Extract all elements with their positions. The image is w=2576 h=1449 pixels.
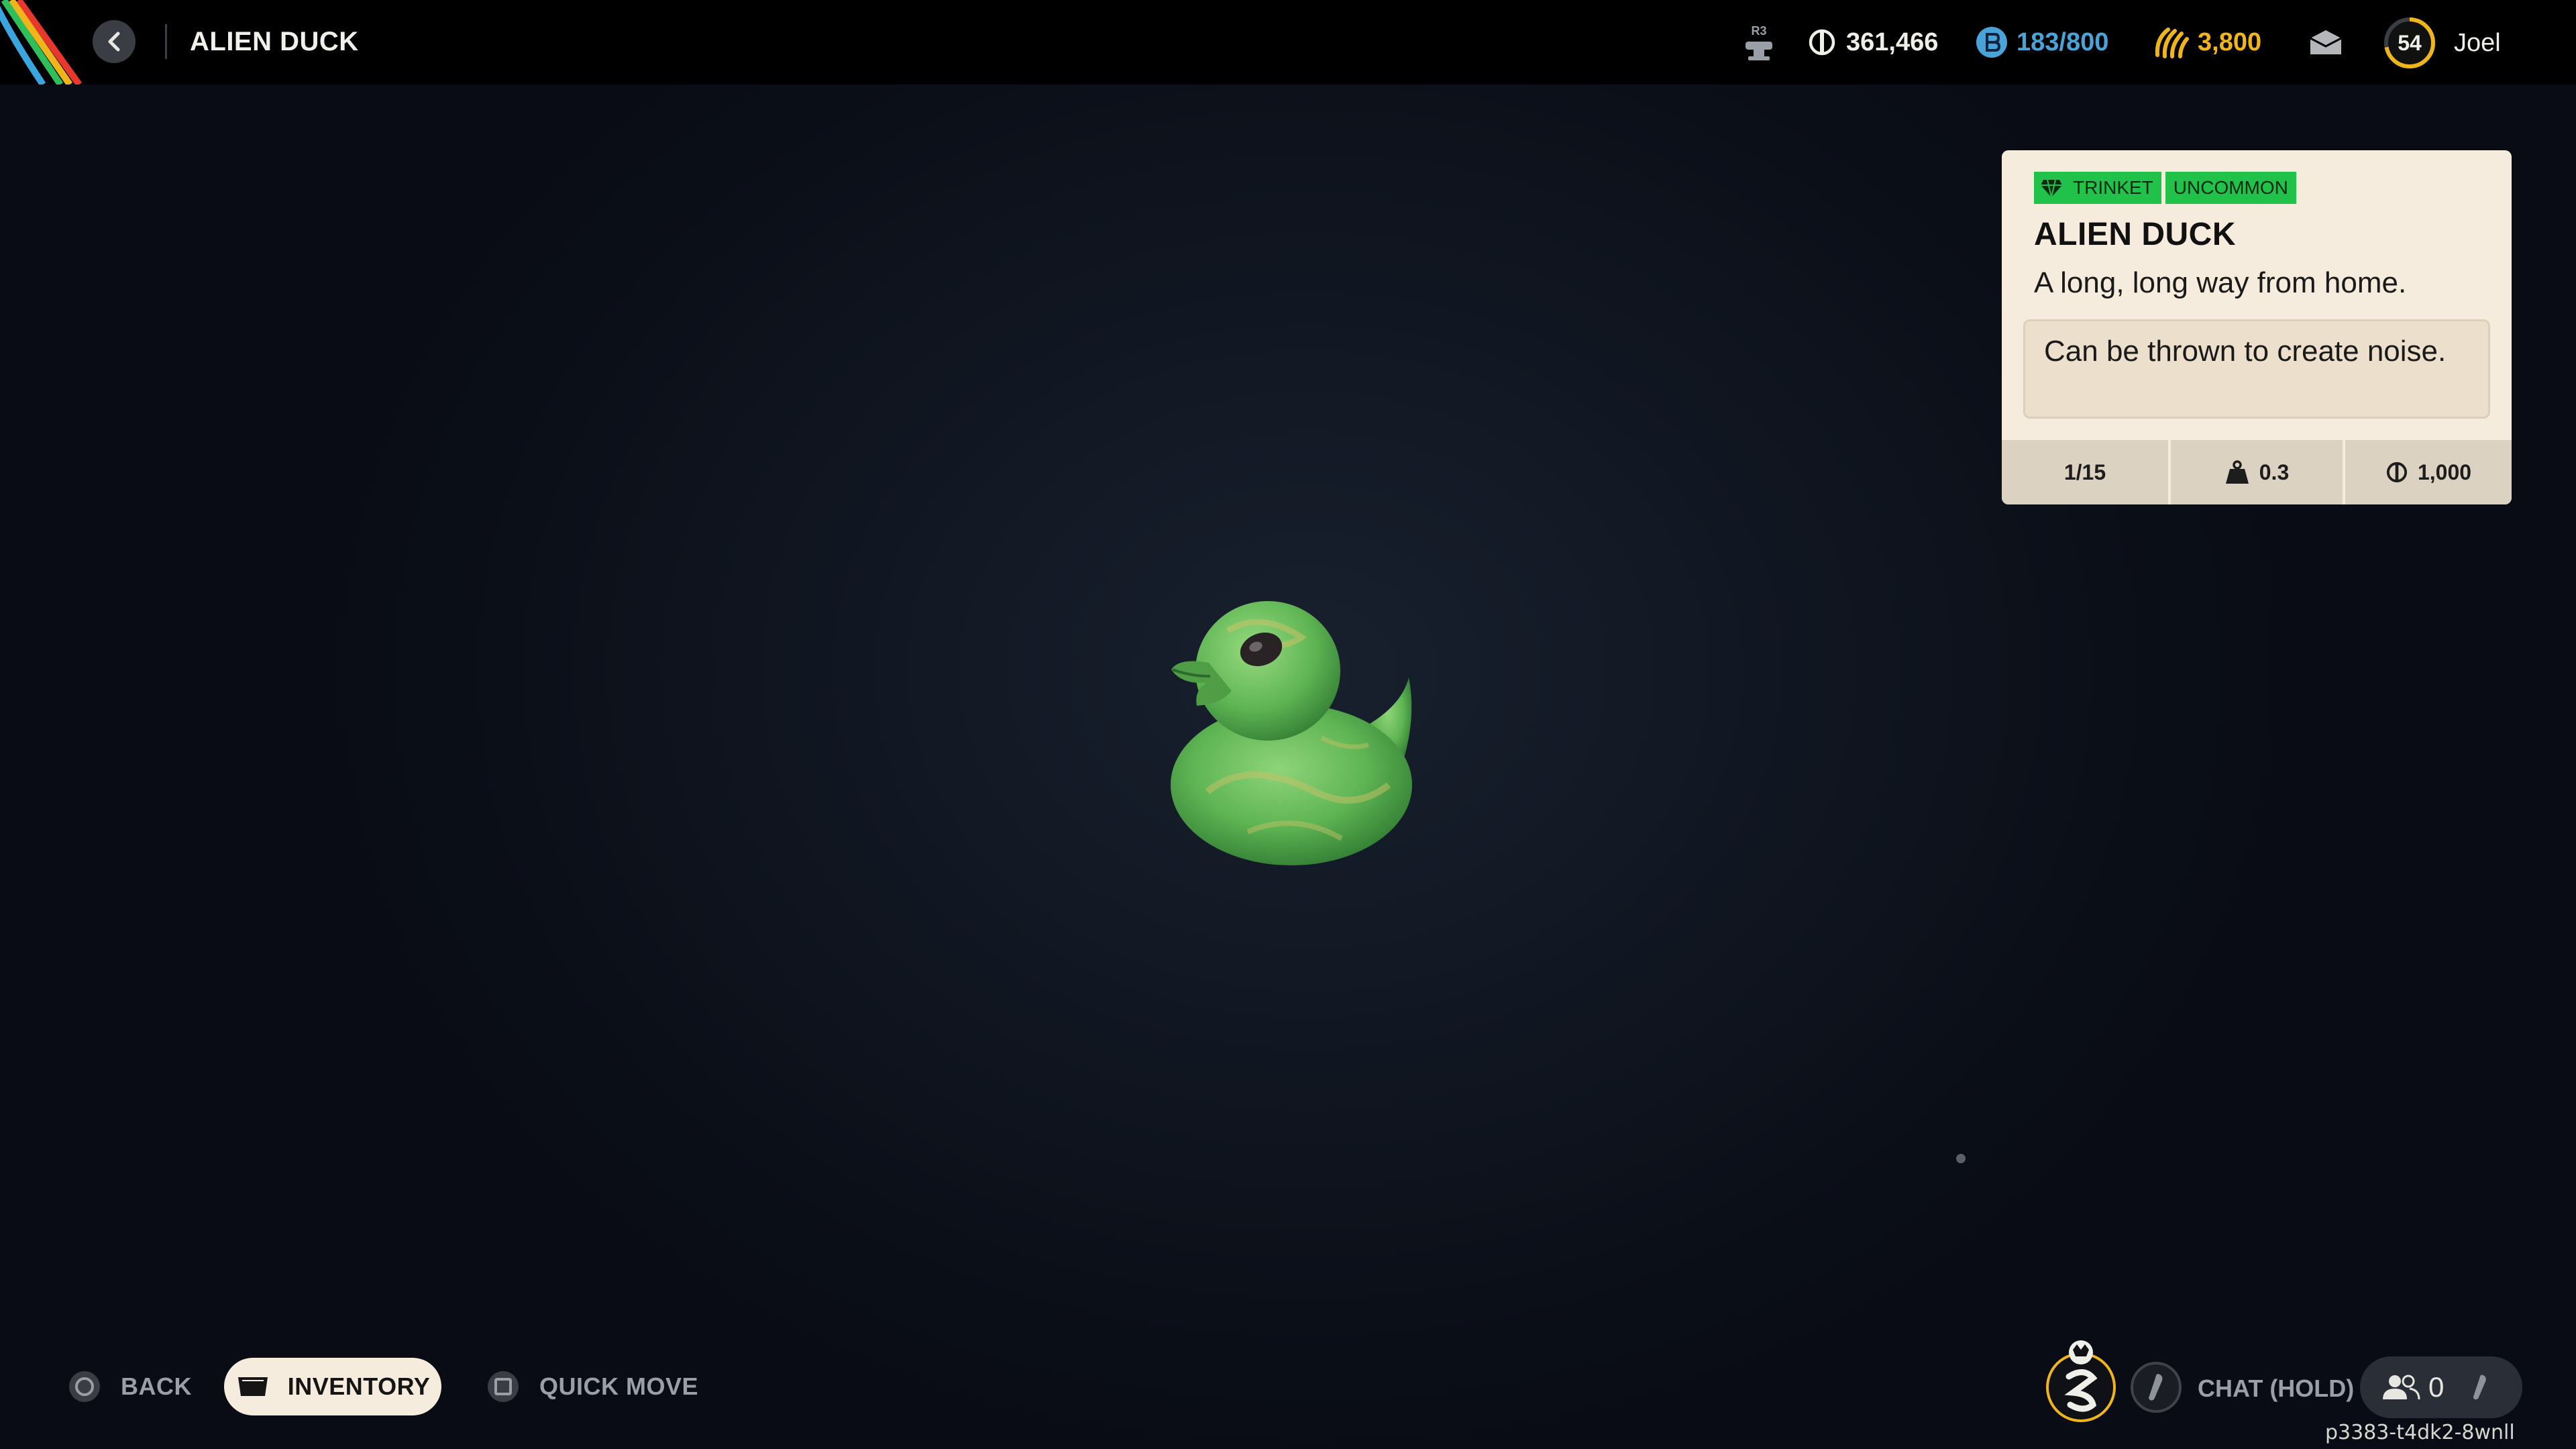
coin-icon — [2386, 462, 2408, 483]
item-weight-value: 0.3 — [2259, 460, 2290, 484]
coins-counter: 361,466 — [1807, 21, 1938, 63]
page-title: ALIEN DUCK — [190, 27, 359, 56]
rainbow-stripes-logo — [0, 0, 83, 85]
item-flavor-text: A long, long way from home. — [2034, 266, 2407, 299]
item-rarity-tag: UNCOMMON — [2165, 172, 2296, 204]
stick-icon — [2473, 1375, 2487, 1400]
tokens-value: 183/800 — [2017, 28, 2109, 56]
alien-duck-model[interactable] — [1167, 590, 1436, 872]
stack-count-value: 1/15 — [2063, 460, 2106, 484]
faction-emblem-icon[interactable] — [2043, 1338, 2118, 1425]
tokens-counter: 183/800 — [1975, 21, 2108, 63]
game-screen: ALIEN DUCK R3 361,466 183/800 3,800 54 J… — [0, 0, 2576, 1449]
gold-value: 3,800 — [2198, 28, 2262, 56]
party-count: 0 — [2428, 1371, 2445, 1403]
back-arrow-button[interactable] — [93, 20, 136, 63]
r3-stick-prompt[interactable]: R3 — [1737, 21, 1784, 63]
party-button[interactable]: 0 — [2360, 1356, 2522, 1418]
item-rarity-label: UNCOMMON — [2173, 177, 2288, 198]
gold-counter: 3,800 — [2153, 21, 2261, 63]
quick-move-label: QUICK MOVE — [539, 1373, 699, 1400]
player-name[interactable]: Joel — [2454, 27, 2501, 59]
weight-icon — [2225, 460, 2249, 484]
top-bar: ALIEN DUCK R3 361,466 183/800 3,800 54 J… — [0, 0, 2576, 85]
coins-value: 361,466 — [1846, 28, 1939, 56]
inventory-button[interactable]: INVENTORY — [224, 1358, 441, 1415]
item-tags: TRINKET UNCOMMON — [2034, 172, 2300, 204]
item-stats-row: 1/15 0.3 1,000 — [2002, 440, 2512, 504]
gem-icon — [2041, 179, 2062, 198]
chat-hold-label: CHAT (HOLD) — [2198, 1375, 2355, 1402]
stick-icon — [2149, 1374, 2163, 1401]
back-hint-button[interactable]: BACK — [67, 1358, 192, 1415]
player-level: 54 — [2398, 30, 2422, 55]
gold-icon — [2155, 28, 2189, 58]
circle-button-icon — [69, 1371, 100, 1402]
stack-count: 1/15 — [2002, 440, 2168, 504]
touchpad-icon — [237, 1377, 268, 1396]
chat-stick-button[interactable] — [2131, 1362, 2182, 1413]
mail-icon — [2310, 30, 2342, 54]
item-value: 1,000 — [2343, 440, 2512, 504]
square-button-icon — [488, 1371, 519, 1402]
r3-label: R3 — [1751, 24, 1766, 38]
item-type-label: TRINKET — [2073, 177, 2153, 198]
title-divider — [165, 24, 167, 59]
item-weight: 0.3 — [2168, 440, 2343, 504]
item-info-card: TRINKET UNCOMMON ALIEN DUCK A long, long… — [2002, 150, 2512, 504]
back-hint-label: BACK — [121, 1373, 192, 1400]
item-effect-box: Can be thrown to create noise. — [2023, 319, 2490, 419]
dust-particle — [1956, 1154, 1966, 1163]
mail-button[interactable] — [2308, 21, 2344, 63]
session-id: p3383-t4dk2-8wnll — [2325, 1421, 2515, 1444]
inventory-label: INVENTORY — [287, 1373, 431, 1400]
item-name: ALIEN DUCK — [2034, 217, 2236, 252]
item-value-amount: 1,000 — [2417, 460, 2472, 484]
quick-move-hint-button[interactable]: QUICK MOVE — [486, 1358, 698, 1415]
stick-r3-icon: R3 — [1746, 24, 1772, 60]
party-icon — [2383, 1375, 2420, 1400]
chevron-left-icon — [108, 32, 120, 52]
coin-icon — [1809, 29, 1835, 56]
item-type-tag: TRINKET — [2034, 172, 2161, 204]
token-icon — [1976, 27, 2007, 58]
